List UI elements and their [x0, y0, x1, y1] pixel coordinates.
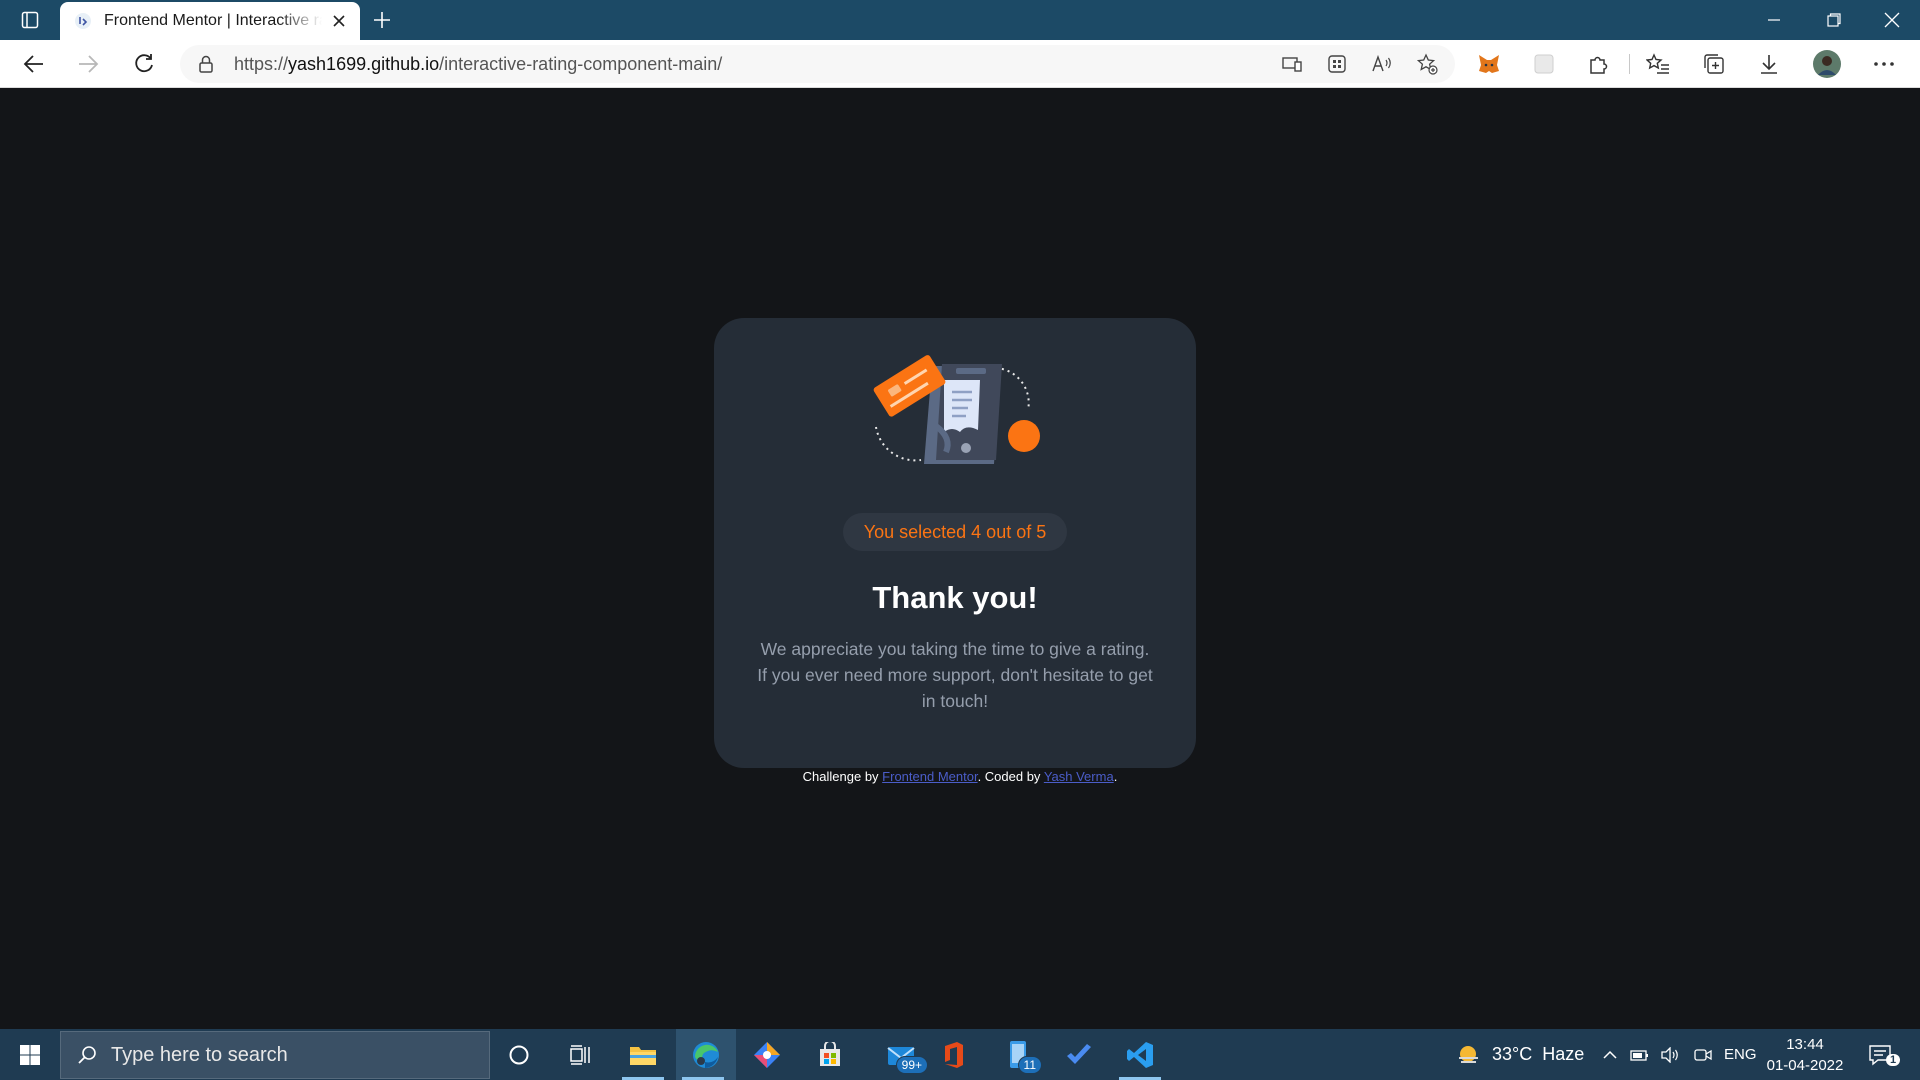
close-window-icon[interactable]	[1864, 0, 1920, 40]
notification-count-badge: 1	[1886, 1054, 1901, 1066]
phone-link-icon[interactable]: 11	[992, 1029, 1046, 1080]
weather-haze-icon	[1459, 1045, 1478, 1063]
edge-browser-icon[interactable]	[676, 1029, 736, 1080]
microsoft-store-icon[interactable]	[803, 1029, 857, 1080]
file-explorer-icon[interactable]	[616, 1029, 670, 1080]
mail-badge: 99+	[895, 1056, 928, 1074]
office-icon[interactable]	[927, 1029, 981, 1080]
restore-icon[interactable]	[1806, 0, 1862, 40]
attribution-prefix: Challenge by	[802, 769, 883, 784]
web-page: You selected 4 out of 5 Thank you! We ap…	[0, 89, 1920, 1029]
mail-icon[interactable]: 99+	[870, 1029, 932, 1080]
search-icon	[78, 1046, 96, 1064]
add-favorite-icon[interactable]	[1415, 52, 1439, 76]
todo-icon[interactable]	[1052, 1029, 1106, 1080]
address-bar[interactable]: https://yash1699.github.io/interactive-r…	[180, 45, 1455, 83]
url-host: yash1699.github.io	[288, 54, 440, 74]
tab-title: Frontend Mentor | Interactive rating com…	[104, 12, 322, 29]
windows-start-icon[interactable]	[0, 1029, 60, 1080]
author-link[interactable]: Yash Verma	[1044, 769, 1114, 784]
thank-you-message: We appreciate you taking the time to giv…	[757, 639, 1153, 711]
frontend-mentor-favicon-icon	[75, 13, 91, 29]
clock-date: 01-04-2022	[1766, 1057, 1844, 1074]
meet-now-icon[interactable]	[1694, 1029, 1712, 1080]
lock-icon[interactable]	[198, 55, 214, 73]
attribution-suffix: .	[1113, 769, 1118, 784]
forward-icon[interactable]	[72, 48, 104, 80]
toolbar-divider	[1629, 54, 1630, 74]
collections-icon[interactable]	[1698, 48, 1730, 80]
tab-actions-icon[interactable]	[14, 8, 46, 32]
attribution: Challenge by Frontend Mentor. Coded by Y…	[0, 769, 1920, 784]
thank-you-heading: Thank you!	[872, 580, 1038, 615]
phone-badge: 11	[1017, 1056, 1042, 1074]
search-placeholder: Type here to search	[111, 1043, 288, 1066]
profile-avatar[interactable]	[1811, 48, 1843, 80]
app-available-icon[interactable]	[1280, 52, 1304, 76]
git-app-icon[interactable]	[740, 1029, 794, 1080]
clock-time: 13:44	[1786, 1036, 1824, 1053]
weather-text: 33°C Haze	[1492, 1044, 1585, 1064]
volume-icon[interactable]	[1660, 1029, 1680, 1080]
notifications-icon[interactable]: 1	[1868, 1029, 1904, 1080]
thank-you-card: You selected 4 out of 5 Thank you! We ap…	[714, 318, 1196, 768]
attribution-middle: . Coded by	[977, 769, 1044, 784]
favorites-icon[interactable]	[1642, 48, 1674, 80]
weather-widget[interactable]: 33°C Haze	[1456, 1029, 1584, 1080]
downloads-icon[interactable]	[1753, 48, 1785, 80]
more-options-icon[interactable]	[1868, 48, 1900, 80]
browser-toolbar: https://yash1699.github.io/interactive-r…	[0, 40, 1920, 88]
back-icon[interactable]	[18, 48, 50, 80]
system-clock[interactable]: 13:44 01-04-2022	[1760, 1034, 1850, 1076]
url-text[interactable]: https://yash1699.github.io/interactive-r…	[234, 54, 722, 75]
read-aloud-icon[interactable]	[1370, 52, 1394, 76]
url-scheme: https://	[234, 54, 289, 74]
vscode-icon[interactable]	[1113, 1029, 1167, 1080]
input-language[interactable]: ENG	[1724, 1029, 1757, 1080]
frontend-mentor-link[interactable]: Frontend Mentor	[882, 769, 977, 784]
selection-result-badge: You selected 4 out of 5	[843, 513, 1067, 551]
new-tab-icon[interactable]	[368, 6, 396, 34]
browser-tab[interactable]: Frontend Mentor | Interactive rating com…	[60, 2, 360, 40]
task-view-icon[interactable]	[553, 1029, 607, 1080]
cortana-icon[interactable]	[492, 1029, 546, 1080]
refresh-icon[interactable]	[128, 48, 160, 80]
close-tab-icon[interactable]	[330, 12, 348, 30]
taskbar-search-input[interactable]: Type here to search	[60, 1031, 490, 1079]
battery-icon[interactable]	[1630, 1029, 1650, 1080]
metamask-extension-icon[interactable]	[1473, 48, 1505, 80]
url-path: /interactive-rating-component-main/	[439, 54, 723, 74]
extensions-puzzle-icon[interactable]	[1582, 48, 1614, 80]
browser-title-bar: Frontend Mentor | Interactive rating com…	[0, 0, 1920, 40]
extension-placeholder-icon[interactable]	[1528, 48, 1560, 80]
extension-grid-icon[interactable]	[1325, 52, 1349, 76]
windows-taskbar: Type here to search 99+ 11 33°C Haze ENG…	[0, 1029, 1920, 1080]
minimize-icon[interactable]	[1746, 0, 1802, 40]
show-hidden-icons-icon[interactable]	[1602, 1029, 1618, 1080]
payment-illustration-icon	[873, 355, 1040, 464]
